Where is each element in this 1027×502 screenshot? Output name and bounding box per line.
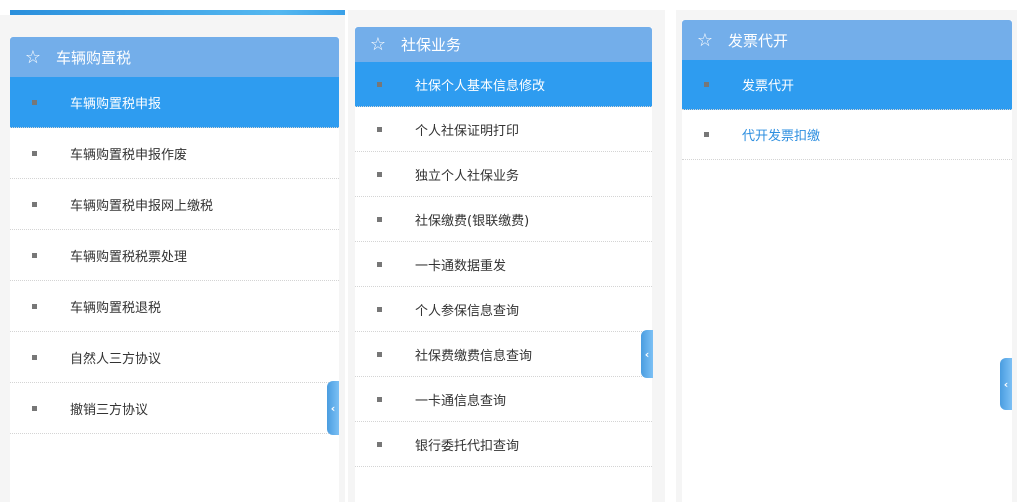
menu-item-label: 个人社保证明打印	[415, 123, 520, 139]
panel-invoice-issuing: ☆ 发票代开 发票代开 代开发票扣缴	[682, 20, 1012, 502]
menu-item-label: 代开发票扣缴	[742, 129, 821, 144]
menu-item[interactable]: 车辆购置税申报网上缴税	[10, 179, 339, 230]
menu-item-label: 社保缴费(银联缴费)	[415, 213, 530, 229]
menu-item[interactable]: 车辆购置税税票处理	[10, 230, 339, 281]
star-icon: ☆	[696, 29, 714, 51]
chevron-left-icon: ‹	[330, 401, 336, 415]
collapse-tab-2[interactable]: ‹	[641, 330, 653, 378]
menu-item[interactable]: 个人社保证明打印	[355, 107, 652, 152]
bullet-icon	[32, 354, 37, 360]
chevron-left-icon: ‹	[1003, 377, 1009, 391]
panel-social-insurance: ☆ 社保业务社保个人基本信息修改 个人社保证明打印 独立个人社保业务 社保缴费(银联缴费…	[355, 27, 652, 502]
panel-header[interactable]: ☆ 车辆购置税	[10, 37, 339, 77]
menu-item[interactable]: 个人参保信息查询	[355, 287, 652, 332]
bullet-icon	[377, 216, 382, 222]
menu-item-label: 个人参保信息查询	[415, 303, 520, 319]
menu-item-label: 一卡通信息查询	[415, 393, 507, 409]
menu-item[interactable]: 代开发票扣缴	[682, 110, 1012, 160]
menu-item-label: 自然人三方协议	[70, 351, 162, 367]
panel-title: 发票代开	[728, 31, 789, 50]
menu-item-label: 社保费缴费信息查询	[415, 348, 533, 364]
menu-item-label: 车辆购置税申报	[70, 96, 162, 112]
panel-header[interactable]: ☆ 发票代开	[682, 20, 1012, 60]
menu-item[interactable]: 自然人三方协议	[10, 332, 339, 383]
bullet-icon	[377, 396, 382, 402]
menu-item[interactable]: 车辆购置税退税	[10, 281, 339, 332]
bullet-icon	[377, 261, 382, 267]
menu-item[interactable]: 银行委托代扣查询	[355, 422, 652, 467]
menu-item-label: 独立个人社保业务	[415, 168, 520, 184]
menu-item-label: 车辆购置税申报网上缴税	[70, 198, 214, 214]
bullet-icon	[32, 99, 37, 105]
menu-item-label: 撤销三方协议	[70, 402, 149, 418]
menu-item-label: 车辆购置税退税	[70, 300, 162, 316]
bullet-icon	[377, 126, 382, 132]
bullet-icon	[377, 441, 382, 447]
bullet-icon	[377, 351, 382, 357]
panel-header[interactable]: ☆ 社保业务	[355, 27, 652, 62]
bullet-icon	[377, 171, 382, 177]
panel-title: 社保业务	[401, 36, 462, 54]
bullet-icon	[377, 306, 382, 312]
panel-title: 车辆购置税	[56, 48, 132, 67]
menu-item-label: 社保个人基本信息修改	[415, 78, 546, 94]
bullet-icon	[32, 252, 37, 258]
bullet-icon	[32, 150, 37, 156]
menu-item[interactable]: 社保缴费(银联缴费)	[355, 197, 652, 242]
menu-item-label: 银行委托代扣查询	[415, 438, 520, 454]
menu-item-label: 车辆购置税税票处理	[70, 249, 188, 265]
menu-item[interactable]: 一卡通数据重发	[355, 242, 652, 287]
menu-item[interactable]: 撤销三方协议	[10, 383, 339, 434]
bullet-icon	[32, 201, 37, 207]
bullet-icon	[32, 303, 37, 309]
chevron-left-icon: ‹	[644, 347, 650, 361]
menu-item[interactable]: 发票代开	[682, 60, 1012, 110]
bullet-icon	[704, 132, 709, 137]
star-icon: ☆	[369, 34, 387, 55]
collapse-tab-3[interactable]: ‹	[1000, 358, 1012, 410]
menu-item[interactable]: 车辆购置税申报	[10, 77, 339, 128]
menu-item[interactable]: 车辆购置税申报作废	[10, 128, 339, 179]
star-icon: ☆	[24, 46, 42, 68]
bullet-icon	[704, 82, 709, 87]
menu-item[interactable]: 社保费缴费信息查询	[355, 332, 652, 377]
menu-item-label: 车辆购置税申报作废	[70, 147, 188, 163]
menu-item[interactable]: 独立个人社保业务	[355, 152, 652, 197]
menu-item[interactable]: 社保个人基本信息修改	[355, 62, 652, 107]
bullet-icon	[377, 81, 382, 87]
panel-vehicle-purchase-tax: ☆ 车辆购置税车辆购置税申报车辆购置税申报作废车辆购置税申报网上缴税 车辆购置税税票…	[10, 37, 339, 502]
bullet-icon	[32, 405, 37, 411]
menu-item[interactable]: 一卡通信息查询	[355, 377, 652, 422]
menu-item-label: 发票代开	[742, 79, 795, 94]
collapse-tab-1[interactable]: ‹	[327, 381, 339, 435]
menu-item-label: 一卡通数据重发	[415, 258, 507, 274]
